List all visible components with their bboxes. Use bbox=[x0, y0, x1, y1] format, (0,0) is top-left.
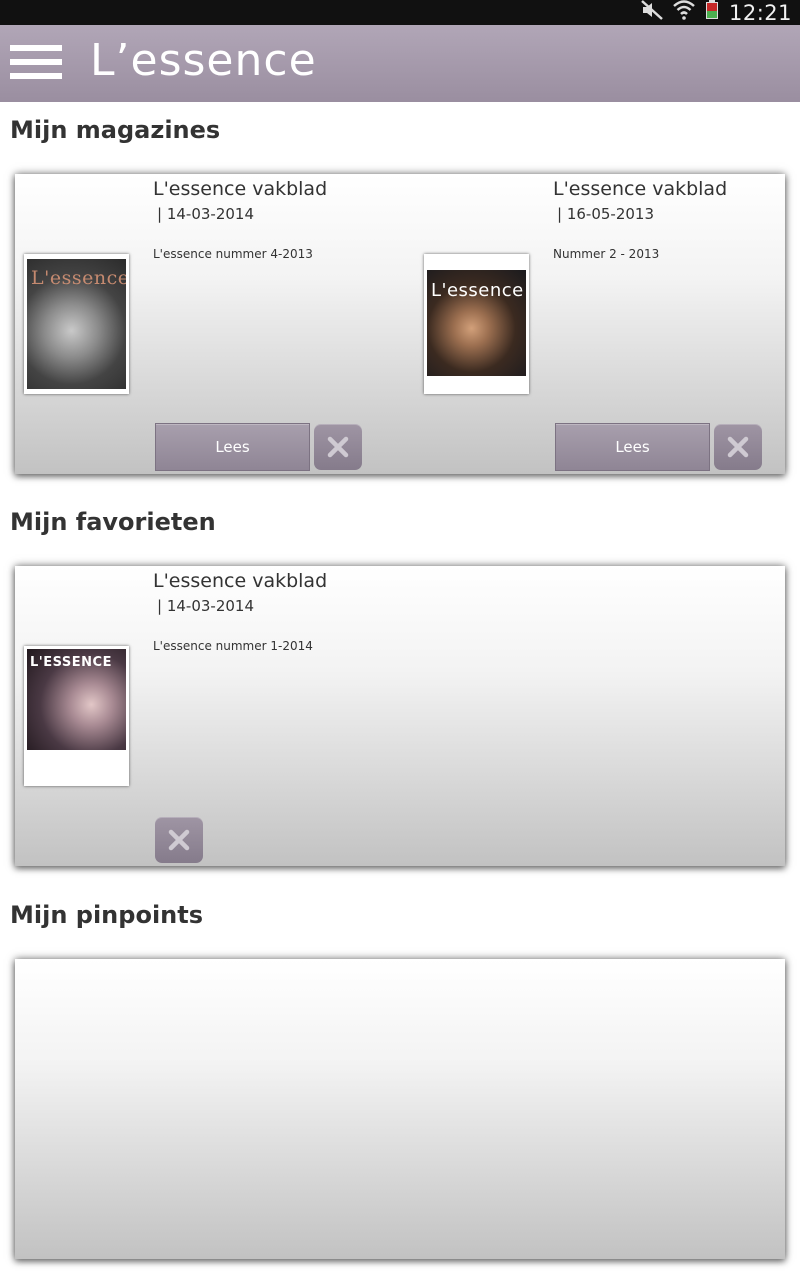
favorites-card: L'ESSENCE L'essence vakblad | 14-03-2014… bbox=[15, 566, 785, 866]
magazine-description: Nummer 2 - 2013 bbox=[553, 247, 660, 261]
pinpoints-card bbox=[15, 959, 785, 1259]
section-title-pinpoints: Mijn pinpoints bbox=[10, 901, 204, 929]
cover-image: L'essence bbox=[427, 270, 526, 376]
hamburger-menu-icon[interactable] bbox=[10, 45, 62, 79]
magazine-date: | 16-05-2013 bbox=[557, 205, 654, 223]
magazine-description: L'essence nummer 1-2014 bbox=[153, 639, 313, 653]
magazine-title: L'essence vakblad bbox=[153, 570, 328, 592]
magazine-item[interactable]: L'essence L'essence vakblad | 14-03-2014… bbox=[15, 174, 400, 474]
cover-logo: L'essence bbox=[31, 267, 126, 289]
magazine-title: L'essence vakblad bbox=[153, 178, 328, 200]
section-title-magazines: Mijn magazines bbox=[10, 116, 221, 144]
magazine-item[interactable]: L'essence L'essence vakblad | 16-05-2013… bbox=[415, 174, 785, 474]
battery-icon bbox=[705, 0, 719, 25]
cover-image: L'ESSENCE bbox=[27, 649, 126, 750]
app-bar: L’essence bbox=[0, 25, 800, 102]
close-icon bbox=[327, 436, 349, 458]
delete-button[interactable] bbox=[314, 424, 362, 470]
cover-image: L'essence bbox=[27, 259, 126, 389]
delete-button[interactable] bbox=[714, 424, 762, 470]
status-bar: 12:21 bbox=[0, 0, 800, 25]
mute-icon bbox=[641, 0, 663, 25]
delete-button[interactable] bbox=[155, 817, 203, 863]
magazine-description: L'essence nummer 4-2013 bbox=[153, 247, 313, 261]
magazine-cover[interactable]: L'essence bbox=[424, 254, 529, 394]
close-icon bbox=[727, 436, 749, 458]
wifi-icon bbox=[673, 0, 695, 25]
magazines-card: L'essence L'essence vakblad | 14-03-2014… bbox=[15, 174, 785, 474]
cover-logo: L'essence bbox=[431, 280, 524, 301]
read-button[interactable]: Lees bbox=[555, 423, 710, 471]
magazine-date: | 14-03-2014 bbox=[157, 597, 254, 615]
read-button[interactable]: Lees bbox=[155, 423, 310, 471]
favorite-item[interactable]: L'ESSENCE L'essence vakblad | 14-03-2014… bbox=[15, 566, 400, 866]
magazine-cover[interactable]: L'ESSENCE bbox=[24, 646, 129, 786]
status-icons: 12:21 bbox=[641, 0, 792, 25]
close-icon bbox=[168, 829, 190, 851]
app-logo: L’essence bbox=[90, 35, 317, 86]
magazine-cover[interactable]: L'essence bbox=[24, 254, 129, 394]
magazine-title: L'essence vakblad bbox=[553, 178, 728, 200]
cover-logo: L'ESSENCE bbox=[30, 655, 112, 670]
magazine-date: | 14-03-2014 bbox=[157, 205, 254, 223]
status-time: 12:21 bbox=[728, 0, 792, 25]
section-title-favorites: Mijn favorieten bbox=[10, 508, 216, 536]
